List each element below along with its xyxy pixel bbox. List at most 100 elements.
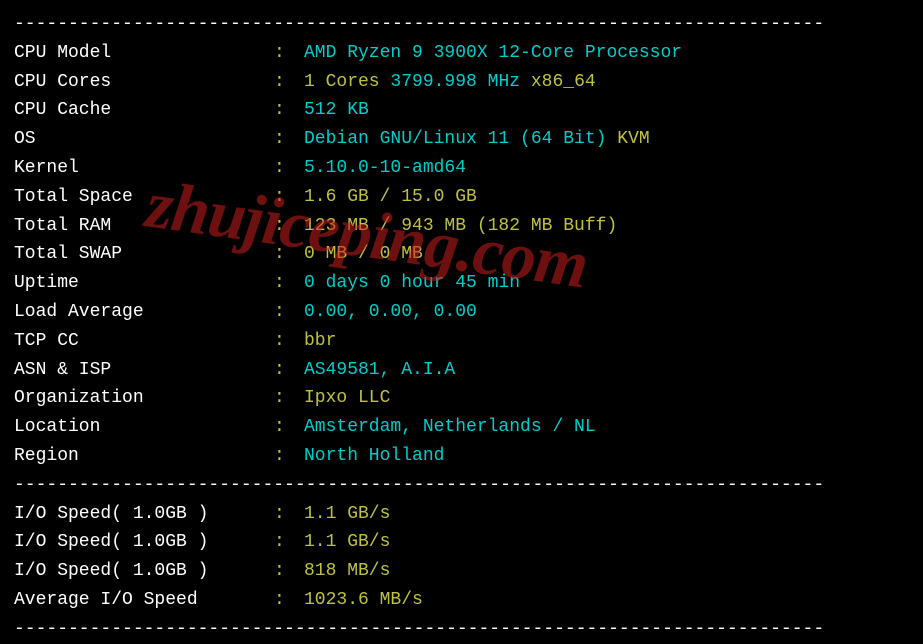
colon-separator: : [274, 586, 304, 615]
info-row: I/O Speed( 1.0GB ) : 818 MB/s [14, 557, 909, 586]
info-label: TCP CC [14, 327, 274, 356]
info-value: 0.00, 0.00, 0.00 [304, 298, 909, 327]
value-segment: 5.10.0-10-amd64 [304, 158, 466, 178]
info-value: Debian GNU/Linux 11 (64 Bit) KVM [304, 125, 909, 154]
info-row: Total Space : 1.6 GB / 15.0 GB [14, 183, 909, 212]
colon-separator: : [274, 212, 304, 241]
info-row: Total RAM : 123 MB / 943 MB (182 MB Buff… [14, 212, 909, 241]
info-row: Region : North Holland [14, 442, 909, 471]
info-value: Ipxo LLC [304, 384, 909, 413]
value-segment: 3799.998 MHz [390, 72, 530, 92]
colon-separator: : [274, 68, 304, 97]
info-label: CPU Model [14, 39, 274, 68]
info-row: I/O Speed( 1.0GB ) : 1.1 GB/s [14, 500, 909, 529]
system-info-section: CPU Model : AMD Ryzen 9 3900X 12-Core Pr… [14, 39, 909, 471]
value-segment: Ipxo LLC [304, 388, 390, 408]
info-row: Average I/O Speed : 1023.6 MB/s [14, 586, 909, 615]
value-segment: 0 MB / 0 MB [304, 244, 423, 264]
value-segment: 818 MB/s [304, 561, 390, 581]
info-label: Location [14, 413, 274, 442]
info-row: Total SWAP : 0 MB / 0 MB [14, 240, 909, 269]
info-label: I/O Speed( 1.0GB ) [14, 557, 274, 586]
info-label: Average I/O Speed [14, 586, 274, 615]
value-segment: bbr [304, 331, 336, 351]
info-row: ASN & ISP : AS49581, A.I.A [14, 356, 909, 385]
divider-top: ----------------------------------------… [14, 10, 909, 39]
colon-separator: : [274, 356, 304, 385]
value-segment: Amsterdam, Netherlands / NL [304, 417, 596, 437]
value-segment: 1 Cores [304, 72, 390, 92]
info-value: 1.6 GB / 15.0 GB [304, 183, 909, 212]
info-label: Total Space [14, 183, 274, 212]
info-label: ASN & ISP [14, 356, 274, 385]
value-segment: x86_64 [531, 72, 596, 92]
info-value: AMD Ryzen 9 3900X 12-Core Processor [304, 39, 909, 68]
value-segment: 1023.6 MB/s [304, 590, 423, 610]
info-row: CPU Model : AMD Ryzen 9 3900X 12-Core Pr… [14, 39, 909, 68]
value-segment: North Holland [304, 446, 444, 466]
info-label: Total RAM [14, 212, 274, 241]
value-segment: 1.6 GB / 15.0 GB [304, 187, 477, 207]
colon-separator: : [274, 240, 304, 269]
info-row: I/O Speed( 1.0GB ) : 1.1 GB/s [14, 528, 909, 557]
info-row: TCP CC : bbr [14, 327, 909, 356]
info-value: 5.10.0-10-amd64 [304, 154, 909, 183]
info-value: 0 MB / 0 MB [304, 240, 909, 269]
info-label: Kernel [14, 154, 274, 183]
info-label: OS [14, 125, 274, 154]
info-label: I/O Speed( 1.0GB ) [14, 528, 274, 557]
colon-separator: : [274, 442, 304, 471]
info-label: Load Average [14, 298, 274, 327]
io-speed-section: I/O Speed( 1.0GB ) : 1.1 GB/sI/O Speed( … [14, 500, 909, 615]
info-row: CPU Cache : 512 KB [14, 96, 909, 125]
value-segment: KVM [617, 129, 649, 149]
info-value: 0 days 0 hour 45 min [304, 269, 909, 298]
value-segment: 123 MB / 943 MB (182 MB Buff) [304, 216, 617, 236]
colon-separator: : [274, 96, 304, 125]
colon-separator: : [274, 528, 304, 557]
colon-separator: : [274, 327, 304, 356]
info-label: Region [14, 442, 274, 471]
colon-separator: : [274, 269, 304, 298]
info-row: Uptime : 0 days 0 hour 45 min [14, 269, 909, 298]
info-label: Organization [14, 384, 274, 413]
info-value: 818 MB/s [304, 557, 909, 586]
colon-separator: : [274, 557, 304, 586]
info-value: AS49581, A.I.A [304, 356, 909, 385]
value-segment: 0 days 0 hour 45 min [304, 273, 520, 293]
value-segment: AMD Ryzen 9 3900X 12-Core Processor [304, 43, 682, 63]
info-value: 1023.6 MB/s [304, 586, 909, 615]
colon-separator: : [274, 298, 304, 327]
colon-separator: : [274, 154, 304, 183]
divider-bottom: ----------------------------------------… [14, 615, 909, 644]
info-row: Location : Amsterdam, Netherlands / NL [14, 413, 909, 442]
divider-middle: ----------------------------------------… [14, 471, 909, 500]
info-row: Organization : Ipxo LLC [14, 384, 909, 413]
colon-separator: : [274, 183, 304, 212]
colon-separator: : [274, 384, 304, 413]
info-label: CPU Cores [14, 68, 274, 97]
info-label: I/O Speed( 1.0GB ) [14, 500, 274, 529]
info-value: 123 MB / 943 MB (182 MB Buff) [304, 212, 909, 241]
info-value: Amsterdam, Netherlands / NL [304, 413, 909, 442]
colon-separator: : [274, 125, 304, 154]
colon-separator: : [274, 500, 304, 529]
colon-separator: : [274, 39, 304, 68]
value-segment: AS49581, A.I.A [304, 360, 455, 380]
info-row: Load Average : 0.00, 0.00, 0.00 [14, 298, 909, 327]
info-value: 1 Cores 3799.998 MHz x86_64 [304, 68, 909, 97]
info-value: 1.1 GB/s [304, 500, 909, 529]
info-value: 1.1 GB/s [304, 528, 909, 557]
info-row: CPU Cores : 1 Cores 3799.998 MHz x86_64 [14, 68, 909, 97]
colon-separator: : [274, 413, 304, 442]
info-value: North Holland [304, 442, 909, 471]
info-label: Uptime [14, 269, 274, 298]
info-value: 512 KB [304, 96, 909, 125]
info-value: bbr [304, 327, 909, 356]
info-label: CPU Cache [14, 96, 274, 125]
value-segment: 0.00, 0.00, 0.00 [304, 302, 477, 322]
value-segment: 1.1 GB/s [304, 532, 390, 552]
value-segment: 1.1 GB/s [304, 504, 390, 524]
value-segment: Debian GNU/Linux 11 (64 Bit) [304, 129, 617, 149]
info-label: Total SWAP [14, 240, 274, 269]
